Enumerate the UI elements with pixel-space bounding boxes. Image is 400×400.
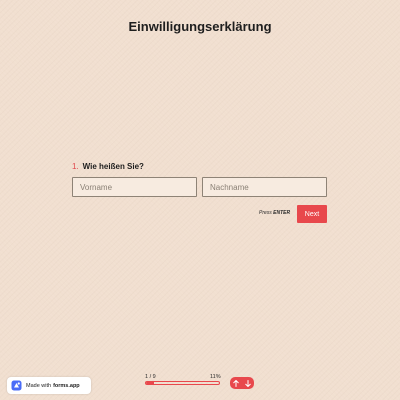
question-navigation	[230, 377, 254, 389]
last-name-input[interactable]	[202, 177, 327, 197]
first-name-input[interactable]	[72, 177, 197, 197]
made-with-badge[interactable]: Made with forms.app	[7, 377, 91, 394]
press-hint-prefix: Press	[259, 210, 272, 216]
arrow-up-icon	[233, 379, 239, 387]
progress-percent: 11%	[210, 374, 221, 380]
next-question-button[interactable]	[242, 377, 254, 389]
press-enter-hint: Press ENTER	[259, 210, 290, 216]
previous-question-button[interactable]	[230, 377, 242, 389]
question-text: Wie heißen Sie?	[82, 162, 144, 171]
made-with-text: Made with	[26, 382, 52, 389]
next-button[interactable]: Next	[297, 205, 327, 223]
question-number: 1.	[72, 162, 79, 171]
arrow-down-icon	[245, 379, 251, 387]
question-label: 1. Wie heißen Sie?	[72, 162, 144, 171]
press-hint-key: ENTER	[273, 210, 291, 216]
forms-app-logo-icon	[11, 380, 22, 391]
brand-name: forms.app	[53, 382, 80, 389]
form-title: Einwilligungserklärung	[128, 19, 272, 34]
progress-count: 1 / 9	[145, 374, 156, 380]
progress-bar-fill	[146, 382, 155, 384]
progress-bar	[145, 381, 220, 385]
